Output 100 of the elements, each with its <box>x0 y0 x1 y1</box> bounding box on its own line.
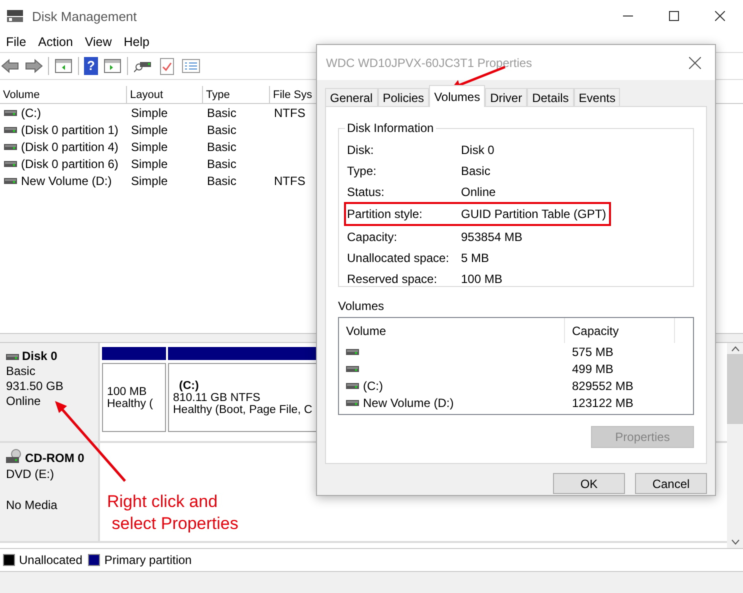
disk-label-panel[interactable]: CD-ROM 0 DVD (E:) No Media <box>0 443 100 541</box>
table-cell: (Disk 0 partition 1) <box>21 122 118 136</box>
menu-item[interactable]: Help <box>118 35 156 49</box>
tab[interactable]: Volumes <box>429 85 486 107</box>
partition-info: Healthy (Boot, Page File, C <box>173 404 312 416</box>
table-cell: Basic <box>207 140 236 154</box>
partition-title: (C:) <box>179 380 199 392</box>
info-label: Type: <box>347 164 378 178</box>
table-cell: NTFS <box>274 106 306 120</box>
table-cell: Simple <box>131 174 168 188</box>
disk-type: DVD (E:) <box>6 467 55 481</box>
table-cell: Simple <box>131 156 168 170</box>
table-cell: 829552 MB <box>572 378 634 392</box>
checklist-document-icon[interactable] <box>157 56 176 76</box>
info-label: Capacity: <box>347 230 398 244</box>
drive-icon <box>4 178 17 184</box>
tab[interactable]: Details <box>527 88 574 106</box>
drive-icon <box>6 354 19 360</box>
disk-name: Disk 0 <box>22 349 58 363</box>
drive-icon <box>4 160 17 166</box>
disk-type: Basic <box>6 364 36 378</box>
cd-drive-icon <box>6 449 22 463</box>
section-title: Volumes <box>338 299 386 313</box>
table-cell: (Disk 0 partition 4) <box>21 140 118 154</box>
table-cell: New Volume (D:) <box>363 396 454 410</box>
console-tree-icon[interactable] <box>54 56 73 76</box>
info-value: 953854 MB <box>461 230 522 244</box>
help-button[interactable]: ? <box>84 57 98 75</box>
table-cell: (C:) <box>21 106 41 120</box>
column-header[interactable]: Capacity <box>565 318 675 343</box>
column-header[interactable]: Volume <box>339 318 565 343</box>
disk-label-panel[interactable]: Disk 0 Basic 931.50 GB Online <box>0 343 100 441</box>
legend-label: Unallocated <box>19 553 82 567</box>
ok-button[interactable]: OK <box>553 473 625 494</box>
table-cell: Simple <box>131 106 168 120</box>
disk-status: Online <box>6 394 42 408</box>
table-cell: Basic <box>207 106 236 120</box>
info-label: Status: <box>347 184 386 198</box>
drive-icon <box>346 348 359 354</box>
table-cell: Basic <box>207 174 236 188</box>
info-value: Basic <box>461 164 490 178</box>
drive-icon <box>4 144 17 150</box>
app-icon <box>6 9 24 23</box>
partition-panel[interactable]: 100 MB Healthy ( <box>102 363 166 432</box>
info-label: Partition style: <box>347 207 424 221</box>
chevron-up-icon[interactable] <box>730 346 740 352</box>
partition-bar <box>102 347 166 360</box>
table-cell: (C:) <box>363 378 383 392</box>
disk-name: CD-ROM 0 <box>25 450 84 464</box>
table-cell: NTFS <box>274 174 306 188</box>
table-cell: 575 MB <box>572 344 614 358</box>
table-cell: Basic <box>207 122 236 136</box>
tab[interactable]: Driver <box>485 88 528 106</box>
list-icon[interactable] <box>181 56 200 76</box>
scrollbar[interactable] <box>727 343 743 548</box>
tab[interactable]: Events <box>574 88 620 106</box>
group-title: Disk Information <box>346 121 435 135</box>
table-cell: 123122 MB <box>572 396 634 410</box>
close-icon <box>689 56 701 68</box>
menu-item[interactable]: Action <box>32 35 79 49</box>
menu-item[interactable]: File <box>0 35 32 49</box>
forward-icon[interactable] <box>24 56 43 76</box>
tab[interactable]: General <box>325 88 378 106</box>
disk-status: No Media <box>6 498 58 512</box>
drive-icon <box>346 400 359 406</box>
close-icon <box>715 11 725 21</box>
partition-info: Healthy ( <box>107 398 154 410</box>
back-icon[interactable] <box>0 56 19 76</box>
info-value: Disk 0 <box>461 142 494 156</box>
table-cell: (Disk 0 partition 6) <box>21 156 118 170</box>
tab[interactable]: Policies <box>378 88 430 106</box>
chevron-down-icon[interactable] <box>730 539 740 545</box>
action-pane-icon[interactable] <box>103 56 122 76</box>
annotation-text: Right click and select Properties <box>107 491 238 535</box>
menu-item[interactable]: View <box>78 35 118 49</box>
info-label: Unallocated space: <box>347 250 450 264</box>
maximize-icon <box>669 11 679 21</box>
window-title: Disk Management <box>32 8 137 24</box>
partition-info: 810.11 GB NTFS <box>173 392 260 404</box>
info-label: Reserved space: <box>347 272 438 286</box>
column-header[interactable]: Volume <box>0 86 127 103</box>
table-cell: Basic <box>207 156 236 170</box>
table-cell: Simple <box>131 140 168 154</box>
column-header[interactable]: Layout <box>127 86 203 103</box>
info-value: 5 MB <box>461 250 490 264</box>
info-value: Online <box>461 184 496 198</box>
drive-icon <box>4 110 17 116</box>
info-value: GUID Partition Table (GPT) <box>461 207 606 221</box>
info-value: 100 MB <box>461 272 502 286</box>
dialog-title: WDC WD10JPVX-60JC3T1 Properties <box>326 56 532 70</box>
drive-icon <box>4 126 17 132</box>
drive-icon <box>346 366 359 372</box>
drive-icon <box>346 382 359 388</box>
column-header[interactable]: Type <box>203 86 270 103</box>
disk-size: 931.50 GB <box>6 379 64 393</box>
table-cell: Simple <box>131 122 168 136</box>
cancel-button[interactable]: Cancel <box>635 473 707 494</box>
partition-info: 100 MB <box>107 386 147 398</box>
legend-label: Primary partition <box>104 553 192 567</box>
table-cell: New Volume (D:) <box>21 174 112 188</box>
